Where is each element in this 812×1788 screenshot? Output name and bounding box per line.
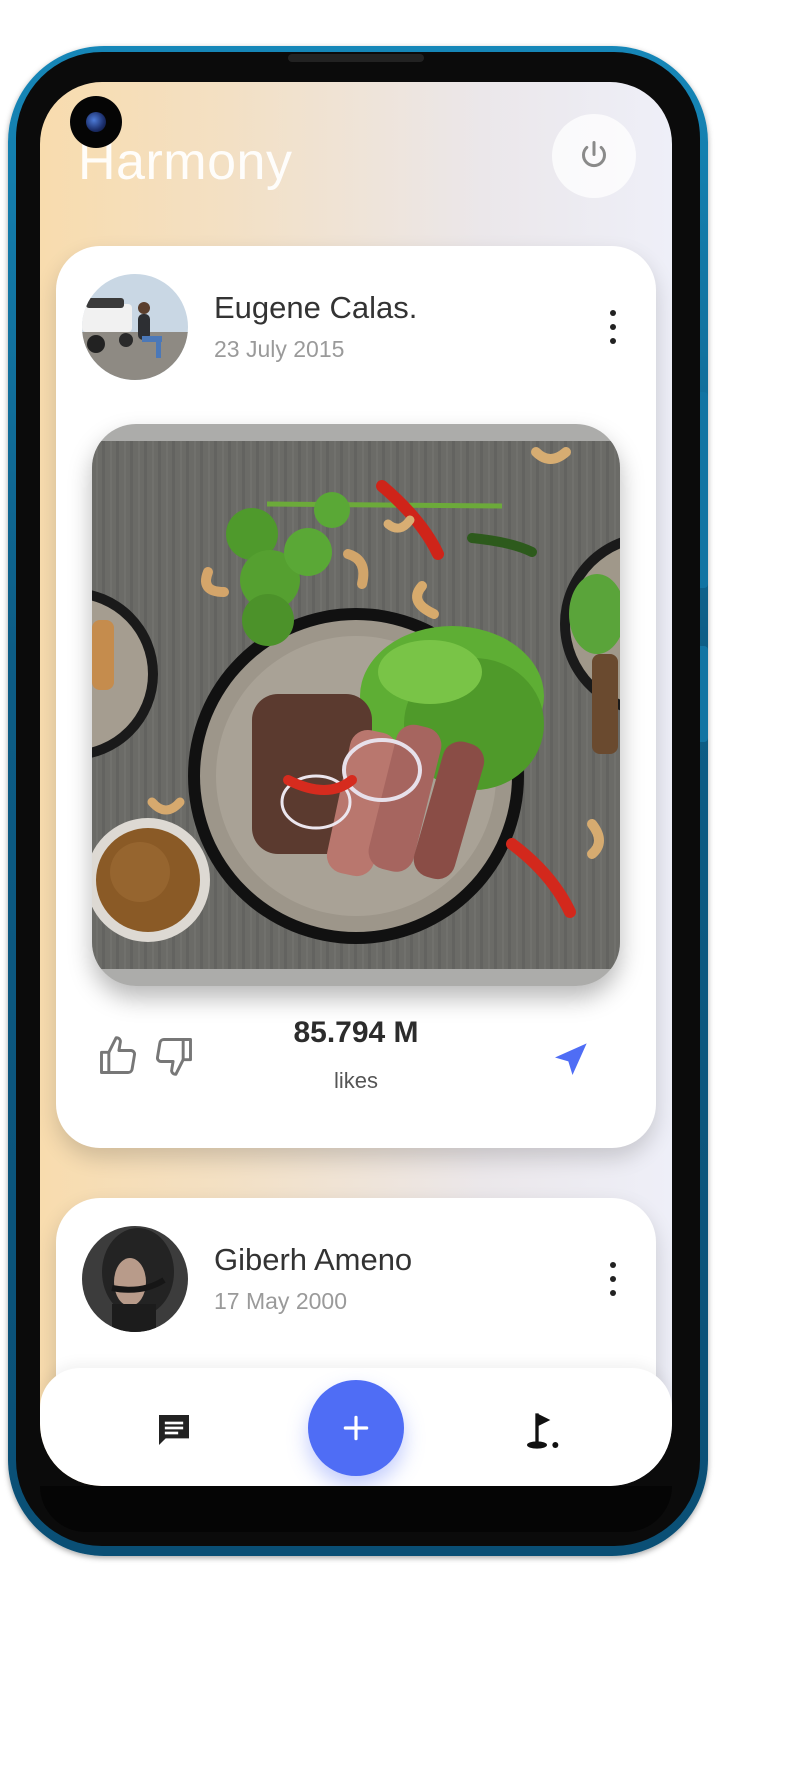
post-image[interactable] xyxy=(92,424,620,986)
chat-icon[interactable] xyxy=(154,1410,194,1450)
add-post-button[interactable] xyxy=(308,1380,404,1476)
power-icon xyxy=(582,141,606,168)
power-button[interactable] xyxy=(552,114,636,198)
post-date: 23 July 2015 xyxy=(214,336,345,362)
avatar[interactable] xyxy=(82,1226,188,1332)
phone-chin xyxy=(40,1486,672,1532)
post-card: Eugene Calas. 23 July 2015 85.794 M like… xyxy=(56,246,656,1148)
author-name[interactable]: Giberh Ameno xyxy=(214,1242,412,1278)
author-name[interactable]: Eugene Calas. xyxy=(214,290,417,326)
post-date: 17 May 2000 xyxy=(214,1288,347,1314)
more-vertical-icon xyxy=(610,310,616,316)
plus-icon xyxy=(343,1415,369,1441)
speaker-grille xyxy=(288,54,424,62)
post-actions: 85.794 M likes xyxy=(56,1016,656,1116)
more-options-button[interactable] xyxy=(602,310,624,344)
more-options-button[interactable] xyxy=(602,1262,624,1296)
golf-icon[interactable] xyxy=(522,1408,562,1452)
avatar[interactable] xyxy=(82,274,188,380)
bottom-navigation xyxy=(40,1368,672,1486)
send-icon[interactable] xyxy=(550,1040,590,1080)
app-screen: Harmony Eugene Calas. 23 July 2015 85.79… xyxy=(40,82,672,1486)
more-vertical-icon xyxy=(610,1262,616,1268)
front-camera xyxy=(70,96,122,148)
volume-button xyxy=(700,392,708,588)
power-side-button xyxy=(700,646,708,742)
